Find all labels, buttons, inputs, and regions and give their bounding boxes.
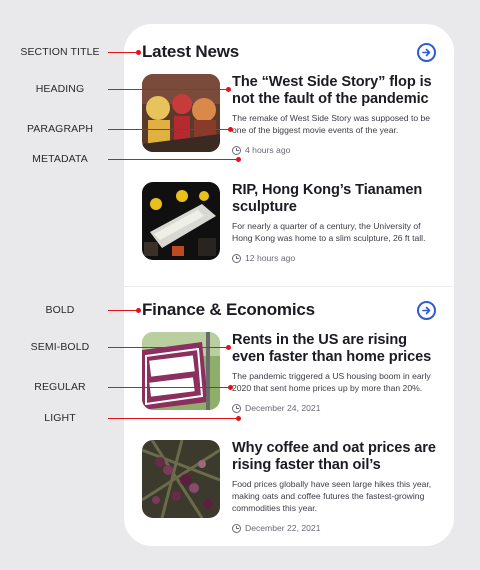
clock-icon (232, 253, 241, 263)
annotation-dot (236, 416, 241, 421)
article-card[interactable]: Why coffee and oat prices are rising fas… (142, 440, 442, 533)
annotation-dot (136, 308, 141, 313)
annotation-regular: REGULAR (34, 381, 86, 393)
annotation-dot (228, 385, 233, 390)
article-time: December 24, 2021 (245, 403, 321, 413)
arrow-right-circle-icon[interactable] (417, 42, 436, 62)
news-card: Latest News The “West Side Story” flop i… (124, 24, 454, 546)
annotation-leader (108, 159, 238, 160)
article-summary: Food prices globally have seen large hik… (232, 479, 432, 513)
article-metadata: 12 hours ago (232, 253, 442, 263)
arrow-right-circle-icon[interactable] (417, 300, 436, 320)
annotation-leader (108, 387, 230, 388)
annotation-leader (108, 52, 138, 53)
annotation-dot (228, 127, 233, 132)
annotation-dot (236, 157, 241, 162)
article-time: 12 hours ago (245, 253, 296, 263)
annotation-metadata: METADATA (32, 153, 88, 165)
article-thumbnail-coffee-cherries (142, 440, 220, 518)
section-divider (124, 286, 454, 287)
annotation-leader (108, 129, 230, 130)
annotation-leader (108, 310, 138, 311)
article-card[interactable]: RIP, Hong Kong’s Tianamen sculpture For … (142, 182, 442, 263)
article-headline: The “West Side Story” flop is not the fa… (232, 74, 432, 107)
annotation-bold: BOLD (45, 304, 75, 316)
annotation-dot (226, 87, 231, 92)
clock-icon (232, 403, 241, 413)
annotation-light: LIGHT (44, 412, 76, 424)
annotation-section-title: SECTION TITLE (20, 46, 100, 58)
clock-icon (232, 523, 241, 533)
annotation-paragraph: PARAGRAPH (26, 123, 94, 135)
article-headline: Why coffee and oat prices are rising fas… (232, 440, 436, 473)
article-summary: The pandemic triggered a US housing boom… (232, 371, 431, 393)
annotation-leader (108, 347, 228, 348)
article-thumbnail-west-side-story (142, 74, 220, 152)
article-thumbnail-sculpture (142, 182, 220, 260)
section-header-latest-news: Latest News (142, 40, 436, 64)
annotation-dot (136, 50, 141, 55)
article-time: 4 hours ago (245, 145, 291, 155)
article-card[interactable]: Rents in the US are rising even faster t… (142, 332, 442, 413)
article-summary: For nearly a quarter of a century, the U… (232, 221, 426, 243)
article-metadata: 4 hours ago (232, 145, 442, 155)
section-title: Finance & Economics (142, 300, 315, 319)
article-headline: RIP, Hong Kong’s Tianamen sculpture (232, 182, 423, 215)
article-time: December 22, 2021 (245, 523, 321, 533)
section-header-finance: Finance & Economics (142, 298, 436, 322)
article-thumbnail-for-rent-sign (142, 332, 220, 410)
article-headline: Rents in the US are rising even faster t… (232, 332, 432, 365)
article-metadata: December 24, 2021 (232, 403, 442, 413)
annotation-semi-bold: SEMI-BOLD (30, 341, 90, 353)
annotation-dot (226, 345, 231, 350)
article-card[interactable]: The “West Side Story” flop is not the fa… (142, 74, 442, 155)
clock-icon (232, 145, 241, 155)
article-summary: The remake of West Side Story was suppos… (232, 113, 431, 135)
section-title: Latest News (142, 42, 240, 61)
annotation-leader (108, 418, 238, 419)
article-metadata: December 22, 2021 (232, 523, 442, 533)
annotation-leader (108, 89, 228, 90)
annotation-heading: HEADING (35, 83, 85, 95)
